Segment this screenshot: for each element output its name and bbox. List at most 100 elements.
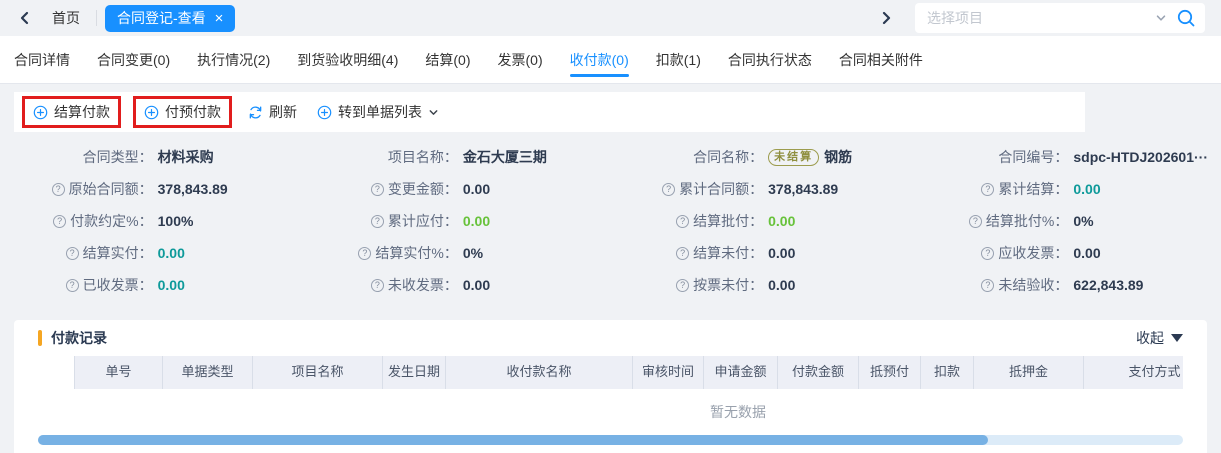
help-icon[interactable]: ?: [981, 183, 994, 196]
field-label: ?付款约定%：: [0, 211, 153, 231]
field-value: 0.00: [763, 213, 795, 229]
help-icon[interactable]: ?: [358, 247, 371, 260]
collapse-toggle[interactable]: 收起: [1136, 328, 1183, 348]
help-icon[interactable]: ?: [371, 279, 384, 292]
field-label-text: 累计合同额：: [679, 179, 763, 199]
field-value: 0.00: [763, 277, 795, 293]
field-label: ?应收发票：: [916, 243, 1069, 263]
refresh-button[interactable]: 刷新: [244, 102, 301, 122]
button-label: 结算付款: [54, 102, 110, 122]
column-header[interactable]: 申请金额: [704, 356, 778, 389]
tab-divider: [96, 10, 97, 26]
empty-state: 暂无数据: [38, 389, 1183, 435]
field-value: 622,843.89: [1068, 277, 1143, 293]
field-label-text: 结算实付%：: [375, 243, 457, 263]
column-header[interactable]: 付款金额: [778, 356, 859, 389]
tab-9[interactable]: 合同相关附件: [839, 36, 923, 83]
field-label-text: 累计应付：: [388, 211, 458, 231]
empty-state-text: 暂无数据: [710, 402, 766, 422]
field-label: 合同名称：: [611, 147, 764, 167]
tab-7[interactable]: 扣款(1): [656, 36, 701, 83]
active-doc-tab[interactable]: 合同登记-查看 ×: [105, 5, 235, 32]
tab-3[interactable]: 到货验收明细(4): [297, 36, 398, 83]
goto-document-list-button[interactable]: 转到单据列表: [313, 102, 443, 122]
chevron-down-icon[interactable]: [1155, 12, 1167, 24]
refresh-icon: [248, 105, 263, 120]
summary-field: 合同类型：材料采购: [0, 146, 305, 168]
tab-6[interactable]: 收付款(0): [570, 36, 629, 83]
red-annotation-box: 结算付款: [22, 96, 121, 128]
close-tab-icon[interactable]: ×: [215, 11, 224, 26]
horizontal-scrollbar[interactable]: [38, 435, 1183, 445]
help-icon[interactable]: ?: [53, 215, 66, 228]
help-icon[interactable]: ?: [52, 183, 65, 196]
tab-0[interactable]: 合同详情: [14, 36, 70, 83]
field-label-text: 结算实付：: [83, 243, 153, 263]
tab-5[interactable]: 发票(0): [498, 36, 543, 83]
column-header[interactable]: 收付款名称: [446, 356, 633, 389]
field-label-text: 累计结算：: [998, 179, 1068, 199]
column-header[interactable]: 支付方式: [1084, 356, 1183, 389]
settle-payment-button[interactable]: 结算付款: [29, 102, 114, 122]
field-label-text: 未结验收：: [998, 275, 1068, 295]
field-label: ? 已收发票：: [0, 275, 153, 295]
summary-field: ?结算批付%：0%: [916, 210, 1221, 232]
button-label: 转到单据列表: [338, 102, 422, 122]
tab-4[interactable]: 结算(0): [425, 36, 470, 83]
summary-field: ?原始合同额：378,843.89: [0, 178, 305, 200]
chevron-down-icon: [428, 107, 439, 118]
help-icon[interactable]: ?: [66, 279, 79, 292]
column-header[interactable]: 抵预付: [859, 356, 921, 389]
help-icon[interactable]: ?: [66, 247, 79, 260]
tab-8[interactable]: 合同执行状态: [728, 36, 812, 83]
scrollbar-thumb[interactable]: [38, 435, 988, 445]
field-value: 0.00: [153, 245, 185, 261]
help-icon[interactable]: ?: [676, 279, 689, 292]
field-label: ?变更金额：: [305, 179, 458, 199]
field-value: 0.00: [458, 213, 490, 229]
button-label: 刷新: [269, 102, 297, 122]
help-icon[interactable]: ?: [676, 247, 689, 260]
red-annotation-box: 付预付款: [133, 96, 232, 128]
tab-1[interactable]: 合同变更(0): [97, 36, 170, 83]
column-header[interactable]: 项目名称: [253, 356, 383, 389]
payment-records-header: 付款记录 收起: [38, 320, 1183, 356]
column-header[interactable]: 单号: [75, 356, 163, 389]
status-badge: 未结算: [768, 149, 819, 166]
summary-field: ?未收发票：0.00: [305, 274, 610, 296]
active-doc-tab-label: 合同登记-查看: [117, 8, 206, 28]
help-icon[interactable]: ?: [371, 215, 384, 228]
help-icon[interactable]: ?: [981, 247, 994, 260]
summary-field: ?累计合同额：378,843.89: [611, 178, 916, 200]
help-icon[interactable]: ?: [662, 183, 675, 196]
field-value: 0%: [458, 245, 483, 261]
column-header[interactable]: 扣款: [921, 356, 974, 389]
field-label-text: 已收发票：: [83, 275, 153, 295]
column-header[interactable]: 发生日期: [383, 356, 446, 389]
collapse-label: 收起: [1136, 328, 1164, 348]
project-select[interactable]: 选择项目: [915, 3, 1205, 33]
search-icon[interactable]: [1176, 8, 1196, 28]
column-header[interactable]: 审核时间: [633, 356, 704, 389]
column-header[interactable]: 单据类型: [163, 356, 253, 389]
prepay-button[interactable]: 付预付款: [140, 102, 225, 122]
chevron-right-icon[interactable]: [879, 11, 893, 25]
button-label: 付预付款: [165, 102, 221, 122]
field-label-text: 按票未付：: [693, 275, 763, 295]
help-icon[interactable]: ?: [981, 279, 994, 292]
field-label-text: 项目名称：: [388, 147, 458, 167]
help-icon[interactable]: ?: [969, 215, 982, 228]
chevron-left-icon[interactable]: [18, 11, 32, 25]
home-tab[interactable]: 首页: [52, 8, 80, 28]
topbar: 首页 合同登记-查看 × 选择项目: [0, 0, 1221, 36]
circle-plus-icon: [317, 105, 332, 120]
section-marker: [38, 330, 42, 346]
field-label-text: 结算未付：: [693, 243, 763, 263]
field-value: sdpc-HTDJ202601···: [1068, 149, 1208, 165]
payments-table-header-row: 单号单据类型项目名称发生日期收付款名称审核时间申请金额付款金额抵预付扣款抵押金支…: [38, 356, 1183, 389]
help-icon[interactable]: ?: [676, 215, 689, 228]
help-icon[interactable]: ?: [371, 183, 384, 196]
tab-2[interactable]: 执行情况(2): [197, 36, 270, 83]
summary-field: ?结算未付：0.00: [611, 242, 916, 264]
column-header[interactable]: 抵押金: [974, 356, 1084, 389]
